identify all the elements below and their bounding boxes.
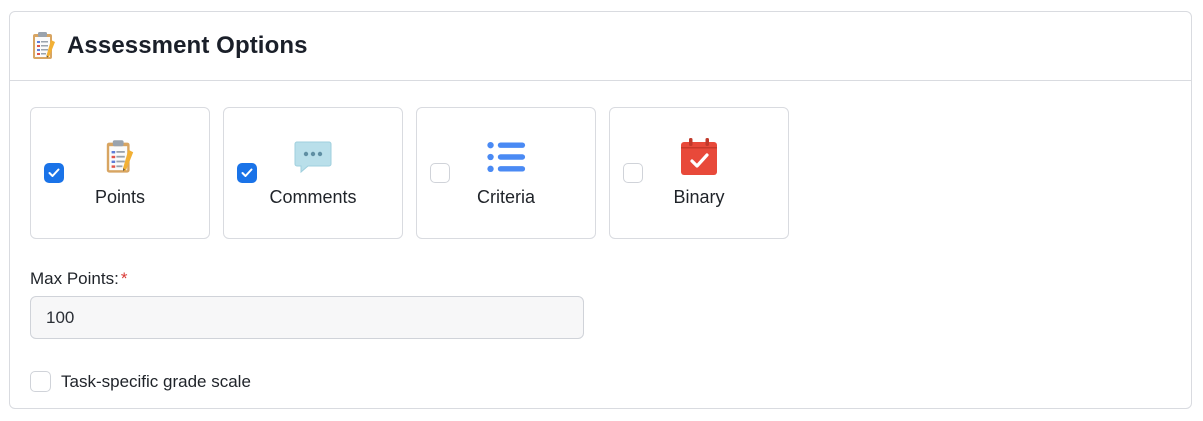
- max-points-input[interactable]: [30, 296, 584, 339]
- option-card-points[interactable]: Points: [30, 107, 210, 239]
- speech-bubble-icon: [293, 138, 333, 176]
- option-label-points: Points: [94, 187, 146, 207]
- option-card-binary[interactable]: Binary: [609, 107, 789, 239]
- option-label-criteria: Criteria: [476, 187, 535, 207]
- comments-checkbox[interactable]: [237, 163, 257, 183]
- bullet-list-icon: [486, 138, 526, 176]
- grade-scale-option[interactable]: Task-specific grade scale: [30, 371, 251, 392]
- clipboard-memo-icon: [100, 138, 140, 176]
- option-card-criteria[interactable]: Criteria: [416, 107, 596, 239]
- binary-checkbox[interactable]: [623, 163, 643, 183]
- option-label-comments: Comments: [269, 187, 357, 207]
- criteria-checkbox[interactable]: [430, 163, 450, 183]
- max-points-label: Max Points: *: [30, 269, 127, 289]
- assessment-options-panel: Assessment Options Points Comments Crite…: [9, 11, 1192, 409]
- grade-scale-checkbox[interactable]: [30, 371, 51, 392]
- assessment-options: Points Comments Criteria Binary: [30, 107, 789, 239]
- calendar-check-icon: [679, 138, 719, 176]
- panel-title: Assessment Options: [67, 32, 308, 59]
- check-icon: [241, 168, 253, 177]
- clipboard-memo-icon: [31, 31, 57, 61]
- panel-header: Assessment Options: [10, 12, 1191, 81]
- option-label-binary: Binary: [673, 187, 725, 207]
- check-icon: [48, 168, 60, 177]
- option-card-comments[interactable]: Comments: [223, 107, 403, 239]
- points-checkbox[interactable]: [44, 163, 64, 183]
- required-indicator: *: [120, 269, 128, 288]
- max-points-label-text: Max Points:: [30, 269, 119, 288]
- grade-scale-label: Task-specific grade scale: [61, 371, 251, 391]
